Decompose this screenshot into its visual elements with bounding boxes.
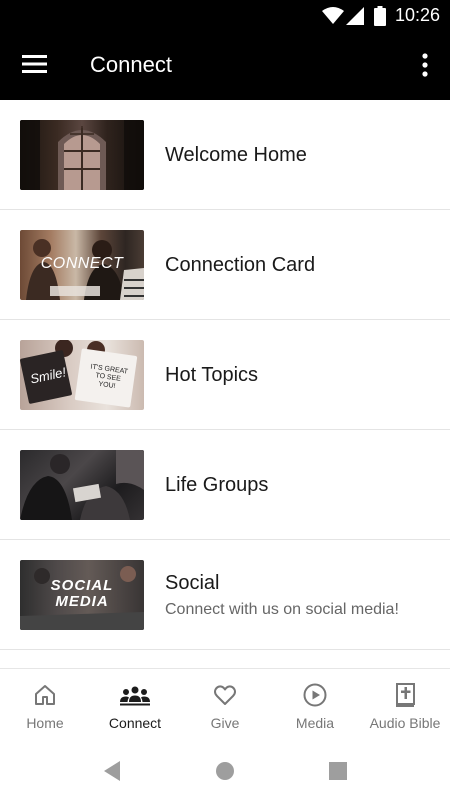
bottom-navigation: Home Connect Give Media Audio Bible — [0, 668, 450, 741]
nav-home[interactable]: Home — [0, 669, 90, 741]
nav-audio-bible[interactable]: Audio Bible — [360, 669, 450, 741]
bible-icon — [396, 683, 415, 707]
app-bar: Connect — [0, 32, 450, 100]
more-options-button[interactable] — [420, 52, 430, 78]
nav-give[interactable]: Give — [180, 669, 270, 741]
people-icon — [120, 686, 150, 706]
hamburger-menu-icon — [22, 55, 47, 73]
heart-icon — [214, 685, 236, 705]
connect-list: Welcome Home CONNECT Connection Card Smi… — [0, 100, 450, 668]
thumbnail-caption: CONNECT — [40, 255, 124, 272]
hot-topics-thumbnail: Smile! IT'S GREAT TO SEE YOU! — [20, 340, 144, 410]
connection-card-thumbnail: CONNECT — [20, 230, 144, 300]
recents-square-icon[interactable] — [329, 762, 347, 780]
home-icon — [35, 685, 55, 705]
nav-label: Audio Bible — [369, 715, 441, 731]
thumbnail-caption: SOCIAL MEDIA — [50, 577, 114, 610]
list-item-life-groups[interactable]: Life Groups — [0, 430, 450, 540]
page-title: Connect — [90, 52, 172, 77]
signal-icon — [346, 7, 364, 25]
status-time: 10:26 — [394, 5, 440, 25]
list-item-social[interactable]: SOCIAL MEDIA Social Connect with us on s… — [0, 540, 450, 650]
list-item-hot-topics[interactable]: Smile! IT'S GREAT TO SEE YOU! Hot Topics — [0, 320, 450, 430]
list-item-title: Social — [165, 572, 220, 594]
menu-button[interactable] — [22, 52, 48, 76]
home-circle-icon[interactable] — [215, 761, 235, 781]
list-item-title: Life Groups — [165, 474, 269, 496]
church-window-image — [20, 120, 144, 190]
social-thumbnail: SOCIAL MEDIA — [20, 560, 144, 630]
nav-label: Media — [295, 715, 335, 731]
welcome-home-thumbnail — [20, 120, 144, 190]
list-item-title: Connection Card — [165, 254, 316, 276]
system-navigation-bar — [0, 740, 450, 800]
list-item-title: Hot Topics — [165, 364, 259, 386]
nav-label: Give — [210, 715, 240, 731]
play-circle-icon — [303, 683, 327, 707]
battery-icon — [374, 6, 386, 26]
list-item-welcome-home[interactable]: Welcome Home — [0, 100, 450, 210]
wifi-icon — [322, 7, 344, 24]
back-icon[interactable] — [102, 760, 122, 782]
list-item-subtitle: Connect with us on social media! — [165, 601, 399, 618]
more-vertical-icon — [422, 53, 428, 77]
status-bar: 10:26 — [0, 0, 450, 32]
nav-label: Connect — [108, 715, 162, 731]
nav-label: Home — [26, 715, 64, 731]
nav-connect[interactable]: Connect — [90, 669, 180, 741]
list-item-title: Welcome Home — [165, 144, 307, 166]
list-item-connection-card[interactable]: CONNECT Connection Card — [0, 210, 450, 320]
group-photo-image — [20, 450, 144, 520]
nav-media[interactable]: Media — [270, 669, 360, 741]
life-groups-thumbnail — [20, 450, 144, 520]
